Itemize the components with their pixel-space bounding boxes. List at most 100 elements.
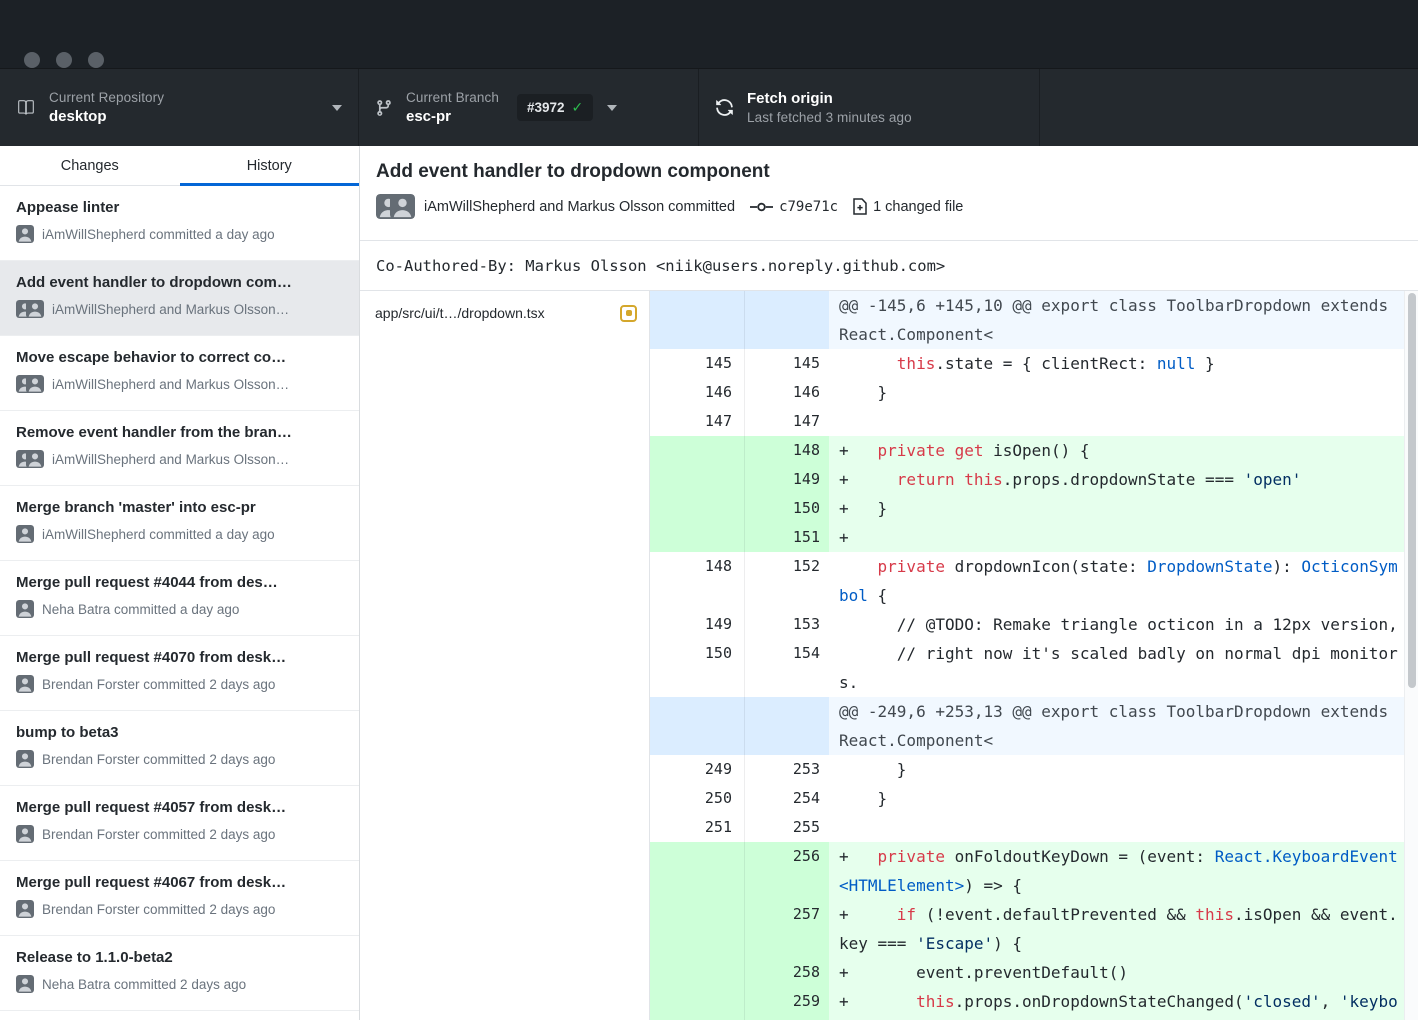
new-line-number: 146 (745, 378, 829, 407)
code-line: // @TODO: Remake triangle octicon in a 1… (829, 610, 1404, 639)
old-line-number: 146 (650, 378, 745, 407)
new-line-number: 255 (745, 813, 829, 842)
commit-item-meta: Brendan Forster committed 2 days ago (42, 902, 275, 917)
old-line-number: 149 (650, 610, 745, 639)
chevron-down-icon (607, 105, 617, 111)
commit-list-item[interactable]: Merge pull request #4067 from desk… Brend… (0, 861, 359, 936)
commit-item-title: Merge pull request #4057 from desk… (16, 799, 343, 816)
commit-item-title: bump to beta3 (16, 724, 343, 741)
commit-list-item[interactable]: Add event handler to dropdown com…iAmWil… (0, 261, 359, 336)
diff-rows: @@ -145,6 +145,10 @@ export class Toolba… (650, 291, 1418, 1020)
avatar-stack (16, 300, 44, 318)
commit-item-meta: Brendan Forster committed 2 days ago (42, 752, 275, 767)
old-line-number: 147 (650, 407, 745, 436)
new-line-number: 256 (745, 842, 829, 900)
avatar-stack (16, 450, 44, 468)
vertical-scrollbar[interactable] (1404, 291, 1418, 1020)
avatar (16, 975, 34, 993)
avatar (16, 525, 34, 543)
close-window-button[interactable] (24, 52, 40, 68)
commit-item-meta: iAmWillShepherd committed a day ago (42, 227, 275, 242)
avatar-stack (16, 675, 34, 693)
tab-history[interactable]: History (180, 146, 360, 185)
avatar (16, 825, 34, 843)
commit-list-item[interactable]: Move escape behavior to correct co…iAmWi… (0, 336, 359, 411)
avatar (16, 225, 34, 243)
commit-item-title: Release to 1.1.0-beta2 (16, 949, 343, 966)
scrollbar-thumb[interactable] (1408, 293, 1416, 688)
pr-number: #3972 (527, 100, 565, 115)
new-line-number (745, 697, 829, 755)
avatar-stack (16, 975, 34, 993)
sidebar-tabs: Changes History (0, 146, 359, 186)
git-commit-icon (750, 200, 773, 214)
new-line-number: 259 (745, 987, 829, 1020)
hunk-header-text: @@ -249,6 +253,13 @@ export class Toolba… (829, 697, 1404, 755)
code-line (829, 407, 1404, 436)
current-branch-button[interactable]: Current Branch esc-pr #3972 ✓ (359, 69, 699, 146)
diff-row-hunk: @@ -249,6 +253,13 @@ export class Toolba… (650, 697, 1404, 755)
old-line-number (650, 291, 745, 349)
diff-area: app/src/ui/t…/dropdown.tsx @@ -145,6 +14… (360, 291, 1418, 1020)
commit-item-meta: iAmWillShepherd and Markus Olsson… (52, 302, 289, 317)
commit-list-item[interactable]: Merge pull request #4058 from des… (0, 1011, 359, 1020)
file-list-item[interactable]: app/src/ui/t…/dropdown.tsx (360, 291, 649, 335)
commit-list-item[interactable]: Merge pull request #4044 from des…Neha B… (0, 561, 359, 636)
new-line-number: 151 (745, 523, 829, 552)
new-line-number (745, 291, 829, 349)
commit-item-meta: Brendan Forster committed 2 days ago (42, 827, 275, 842)
avatar (390, 194, 415, 219)
avatar (26, 300, 44, 318)
diff-row-added: 256+ private onFoldoutKeyDown = (event: … (650, 842, 1404, 900)
app-body: Changes History Appease linter iAmWillShe… (0, 146, 1418, 1020)
code-line: } (829, 378, 1404, 407)
diff-row-hunk: @@ -145,6 +145,10 @@ export class Toolba… (650, 291, 1404, 349)
fetch-origin-button[interactable]: Fetch origin Last fetched 3 minutes ago (699, 69, 1040, 146)
avatar (16, 675, 34, 693)
code-line: } (829, 755, 1404, 784)
old-line-number (650, 494, 745, 523)
diff-row-context: 150154 // right now it's scaled badly on… (650, 639, 1404, 697)
diff-row-added: 150+ } (650, 494, 1404, 523)
diff-row-context: 147147 (650, 407, 1404, 436)
repo-book-icon (16, 99, 36, 117)
commit-list[interactable]: Appease linter iAmWillShepherd committed … (0, 186, 359, 1020)
new-line-number: 147 (745, 407, 829, 436)
minimize-window-button[interactable] (56, 52, 72, 68)
commit-item-title: Remove event handler from the bran… (16, 424, 343, 441)
commit-item-title: Merge pull request #4067 from desk… (16, 874, 343, 891)
pr-number-badge: #3972 ✓ (517, 94, 593, 121)
new-line-number: 152 (745, 552, 829, 610)
current-repository-button[interactable]: Current Repository desktop (0, 69, 359, 146)
new-line-number: 154 (745, 639, 829, 697)
commit-list-item[interactable]: Appease linter iAmWillShepherd committed … (0, 186, 359, 261)
commit-list-item[interactable]: Release to 1.1.0-beta2Neha Batra committ… (0, 936, 359, 1011)
code-line: + return this.props.dropdownState === 'o… (829, 465, 1404, 494)
commit-list-item[interactable]: Remove event handler from the bran…iAmWi… (0, 411, 359, 486)
commit-sha: c79e71c (779, 199, 838, 215)
avatar-stack (16, 375, 44, 393)
commit-list-item[interactable]: Merge pull request #4057 from desk… Brend… (0, 786, 359, 861)
code-line: + event.preventDefault() (829, 958, 1404, 987)
code-line: + private get isOpen() { (829, 436, 1404, 465)
old-line-number (650, 697, 745, 755)
code-line: this.state = { clientRect: null } (829, 349, 1404, 378)
zoom-window-button[interactable] (88, 52, 104, 68)
old-line-number (650, 958, 745, 987)
commit-list-item[interactable]: bump to beta3 Brendan Forster committed 2… (0, 711, 359, 786)
avatar-stack (16, 525, 34, 543)
avatar (26, 375, 44, 393)
old-line-number: 249 (650, 755, 745, 784)
diff-row-context: 145145 this.state = { clientRect: null } (650, 349, 1404, 378)
code-line: } (829, 784, 1404, 813)
diff-view[interactable]: @@ -145,6 +145,10 @@ export class Toolba… (650, 291, 1418, 1020)
old-line-number: 150 (650, 639, 745, 697)
commit-header: Add event handler to dropdown component … (360, 146, 1418, 241)
avatar (16, 600, 34, 618)
diff-row-context: 251255 (650, 813, 1404, 842)
tab-changes[interactable]: Changes (0, 146, 180, 185)
commit-list-item[interactable]: Merge branch 'master' into esc-priAmWill… (0, 486, 359, 561)
diff-row-added: 258+ event.preventDefault() (650, 958, 1404, 987)
commit-item-title: Appease linter (16, 199, 343, 216)
commit-list-item[interactable]: Merge pull request #4070 from desk…Brend… (0, 636, 359, 711)
